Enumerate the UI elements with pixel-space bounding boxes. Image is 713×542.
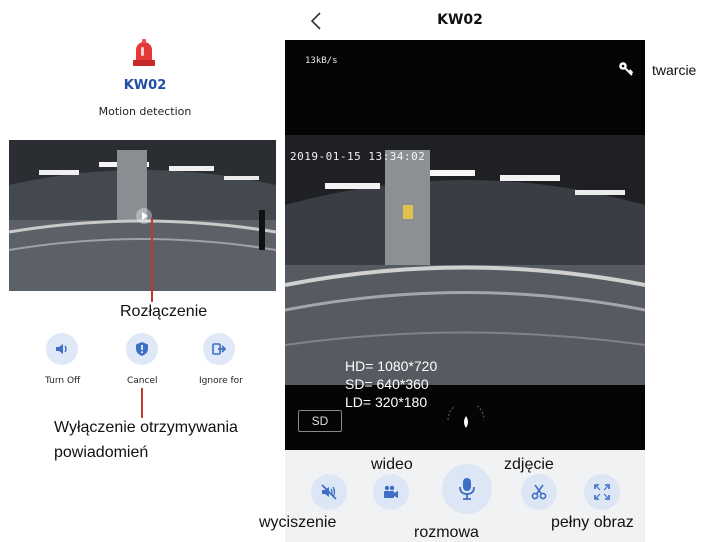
- open-door-label: twarcie: [652, 62, 697, 78]
- event-type: Motion detection: [98, 105, 192, 118]
- ptz-dial-icon[interactable]: [445, 406, 487, 434]
- snapshot-label: zdjęcie: [504, 456, 554, 473]
- video-camera-icon: [384, 485, 398, 498]
- disconnect-annotation: Rozłączenie: [120, 303, 208, 320]
- video-record-button[interactable]: [373, 474, 409, 510]
- talk-label: rozmowa: [414, 524, 479, 541]
- exit-icon: [212, 343, 227, 355]
- disable-callout-line: [141, 388, 143, 418]
- video-label: wideo: [371, 456, 413, 473]
- fullscreen-icon: [594, 484, 610, 500]
- speaker-icon: [56, 344, 67, 354]
- quality-button[interactable]: SD: [298, 410, 342, 432]
- mute-button[interactable]: [311, 474, 347, 510]
- ignore-for-label: Ignore for: [199, 376, 243, 386]
- cancel-label: Cancel: [127, 376, 158, 386]
- disable-notifications-annotation-2: powiadomień: [54, 444, 149, 461]
- camera-feed: [285, 135, 645, 385]
- cancel-button[interactable]: [126, 333, 158, 365]
- resolution-hd: HD= 1080*720: [345, 358, 438, 374]
- shield-icon: [136, 342, 148, 356]
- live-view[interactable]: 13kB/s 2019-01-15 13:34:02 HD= 1080*720 …: [285, 40, 645, 450]
- alarm-siren-icon: [133, 39, 155, 66]
- disable-notifications-annotation-1: Wyłączenie otrzymywania: [54, 419, 238, 436]
- snapshot-button[interactable]: [521, 474, 557, 510]
- resolution-sd: SD= 640*360: [345, 376, 429, 392]
- turn-off-button[interactable]: [46, 333, 78, 365]
- disconnect-callout-line: [151, 218, 153, 302]
- turn-off-label: Turn Off: [45, 376, 81, 386]
- fullscreen-label: pełny obraz: [551, 514, 634, 531]
- microphone-icon: [459, 478, 475, 500]
- mute-label: wyciszenie: [259, 514, 337, 531]
- resolution-ld: LD= 320*180: [345, 394, 428, 410]
- scissors-icon: [531, 484, 547, 500]
- key-icon[interactable]: [618, 61, 634, 77]
- mute-icon: [321, 484, 337, 500]
- bitrate-readout: 13kB/s: [305, 56, 338, 66]
- back-chevron-icon[interactable]: [309, 10, 323, 32]
- camera-name: KW02: [123, 78, 167, 93]
- fullscreen-button[interactable]: [584, 474, 620, 510]
- ignore-for-button[interactable]: [203, 333, 235, 365]
- page-title: KW02: [437, 12, 483, 28]
- talk-button[interactable]: [442, 464, 492, 514]
- video-timestamp: 2019-01-15 13:34:02: [290, 150, 426, 163]
